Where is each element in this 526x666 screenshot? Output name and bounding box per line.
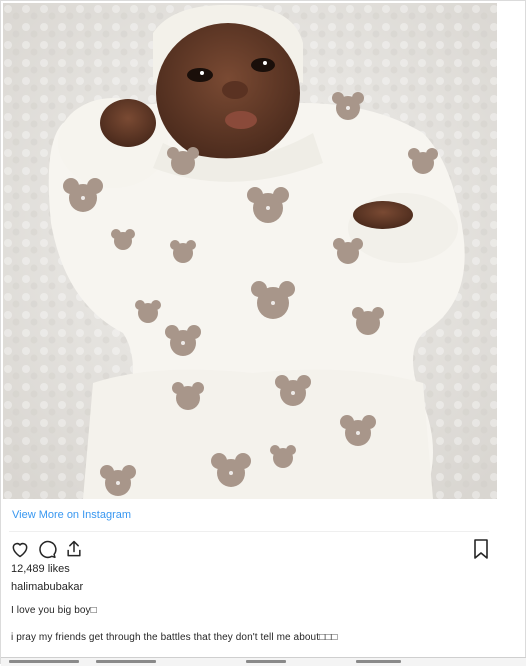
heart-icon[interactable]	[10, 539, 30, 559]
baby-photo-illustration	[3, 3, 497, 499]
caption-line: i pray my friends get through the battle…	[11, 632, 338, 643]
post-photo[interactable]	[3, 3, 497, 499]
bookmark-icon[interactable]	[473, 539, 489, 559]
strip-segment	[9, 660, 79, 663]
instagram-embed: View More on Instagram 12,489 likes hali…	[0, 0, 526, 666]
bottom-toolbar-strip	[1, 657, 526, 666]
username-link[interactable]: halimabubakar	[11, 581, 83, 593]
comment-bubble-icon[interactable]	[37, 539, 57, 559]
share-icon[interactable]	[64, 539, 84, 559]
strip-segment	[96, 660, 156, 663]
divider	[9, 531, 489, 532]
strip-segment	[356, 660, 401, 663]
caption-line: I love you big boy□	[11, 605, 97, 616]
view-more-link[interactable]: View More on Instagram	[12, 509, 131, 521]
strip-segment	[246, 660, 286, 663]
likes-count[interactable]: 12,489 likes	[11, 563, 70, 575]
